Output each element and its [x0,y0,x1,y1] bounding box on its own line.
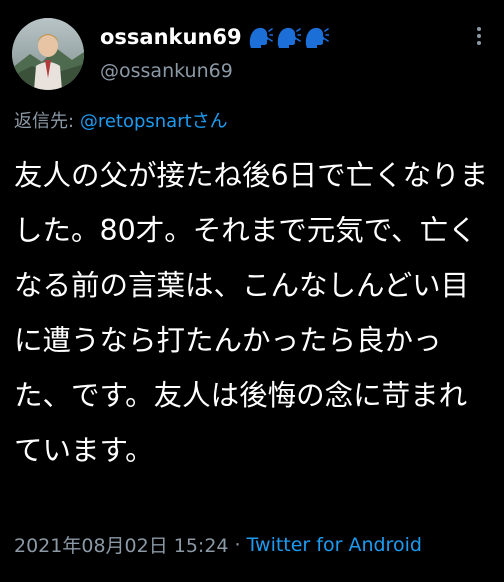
more-vertical-icon[interactable] [468,26,490,46]
user-handle[interactable]: @ossankun69 [100,60,233,82]
avatar[interactable] [12,18,84,90]
tweet-meta: 2021年08月02日 15:24 · Twitter for Android [14,531,422,558]
tweet-text: 友人の父が接たね後6日で亡くなりました。80才。それまで元気で、亡くなる前の言葉… [14,159,489,467]
display-name-row[interactable]: ossankun69 [100,22,330,52]
timestamp[interactable]: 2021年08月02日 15:24 [14,531,229,558]
speaking-head-icon [275,25,302,49]
display-name[interactable]: ossankun69 [100,25,242,49]
reply-to-link[interactable]: @retopsnartさん [80,111,228,132]
speaking-head-icon [247,25,274,49]
reply-label: 返信先: [14,111,75,132]
meta-separator: · [234,533,241,556]
source-link[interactable]: Twitter for Android [247,534,422,556]
speaking-head-icon [303,25,330,49]
tweet-card: ossankun69 @ossankun69 返信先: @retopsnartさ… [0,0,504,582]
reply-context: 返信先: @retopsnartさん [14,107,228,133]
